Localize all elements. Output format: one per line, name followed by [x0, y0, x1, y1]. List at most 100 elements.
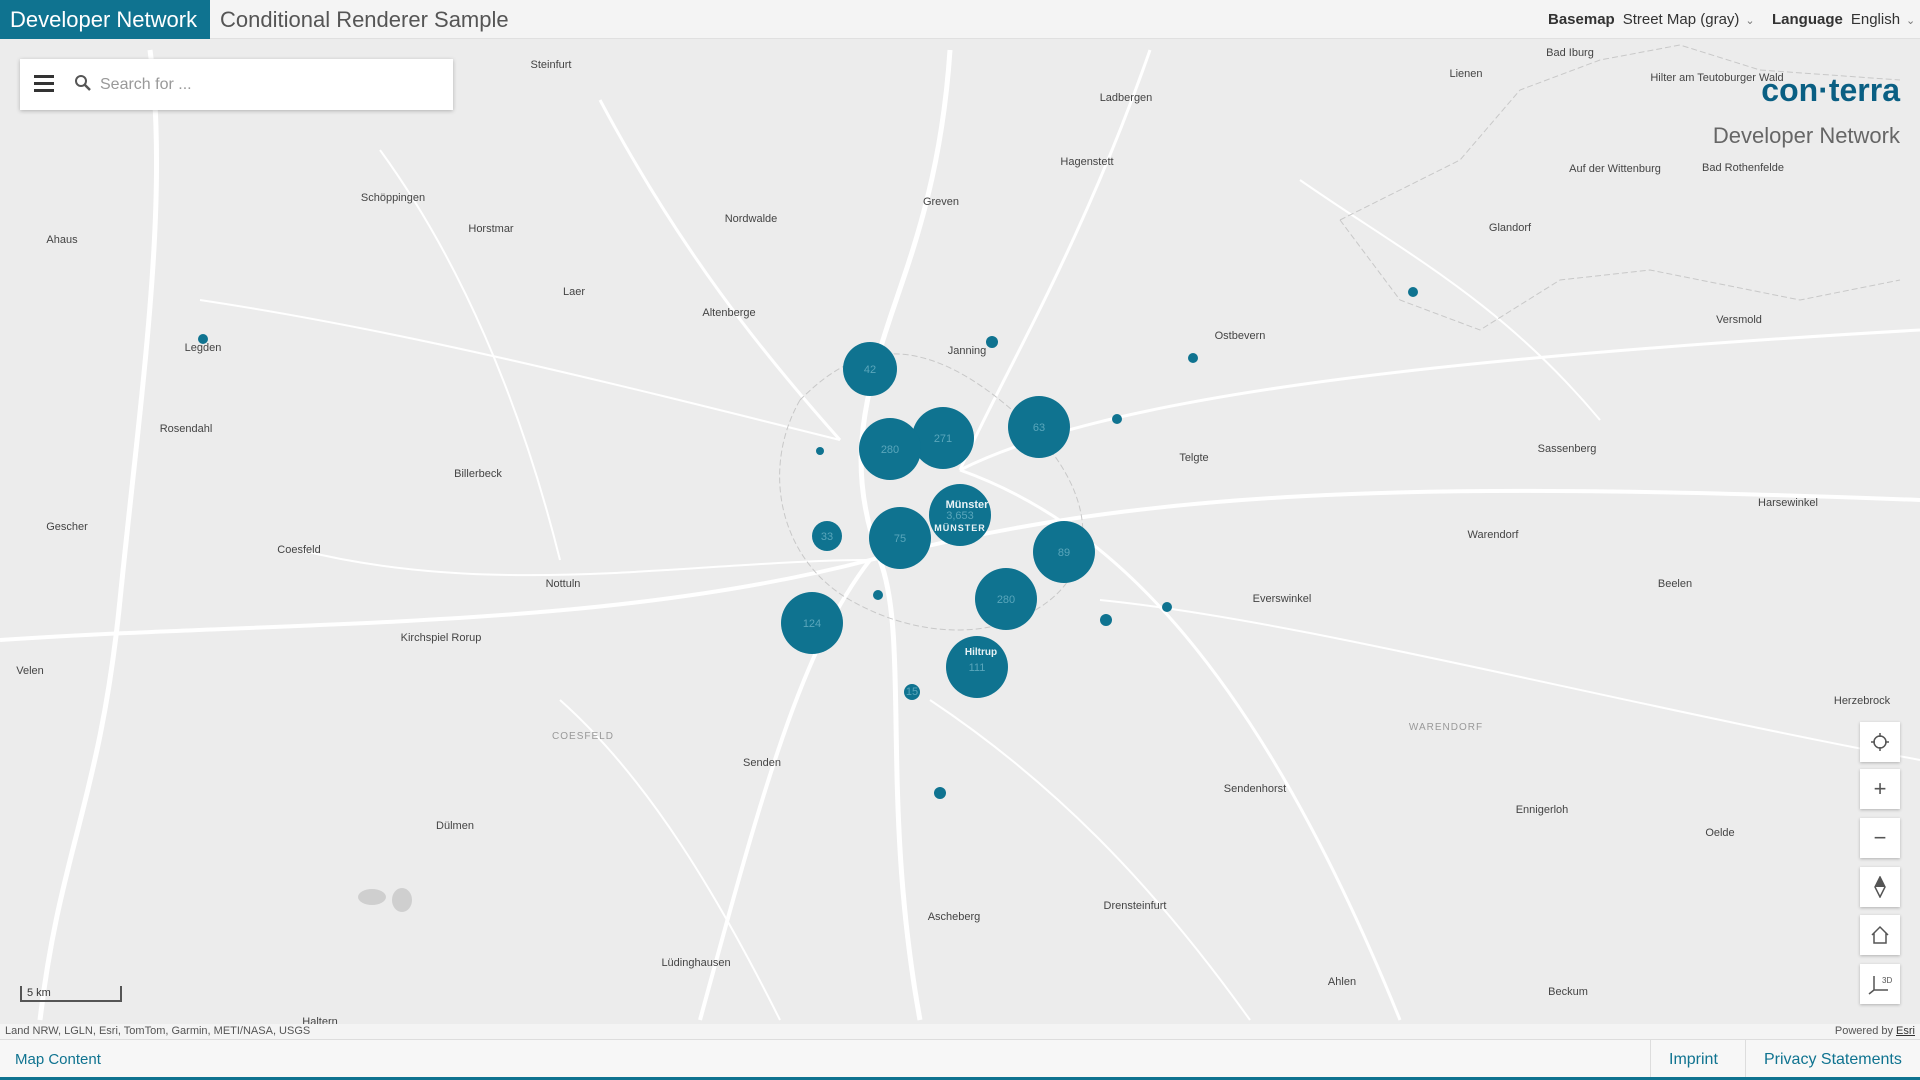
cluster-count: 63	[1033, 422, 1045, 434]
zoom-in-button[interactable]: +	[1860, 769, 1900, 809]
region-label: WARENDORF	[1409, 722, 1483, 733]
place-label: Warendorf	[1468, 529, 1520, 541]
menu-icon[interactable]	[34, 75, 54, 93]
point-marker[interactable]	[198, 334, 208, 344]
point-marker[interactable]	[816, 447, 824, 455]
place-label: Laer	[563, 286, 585, 298]
footer: Map Content Imprint Privacy Statements	[0, 1039, 1920, 1080]
place-label: Nottuln	[546, 578, 581, 590]
zoom-out-icon: −	[1873, 825, 1887, 850]
privacy-link[interactable]: Privacy Statements	[1745, 1040, 1920, 1080]
place-label: Glandorf	[1489, 222, 1532, 234]
place-label: Dülmen	[436, 820, 474, 832]
app-title: Conditional Renderer Sample	[220, 7, 509, 32]
zoom-out-button[interactable]: −	[1860, 818, 1900, 858]
cluster-count: 124	[803, 618, 821, 630]
basemap-selector[interactable]: Basemap Street Map (gray) ⌄	[1548, 0, 1755, 41]
place-label: Drensteinfurt	[1104, 900, 1167, 912]
place-label: Steinfurt	[531, 59, 572, 71]
top-bar: Developer Network Conditional Renderer S…	[0, 0, 1920, 39]
map-view[interactable]: Steinfurt Bad Iburg Lienen Ladbergen Hil…	[0, 39, 1920, 1024]
cluster-count: 15	[906, 686, 918, 698]
cluster-count: 3,653	[946, 510, 974, 522]
place-label: Oelde	[1705, 827, 1734, 839]
powered-by: Powered by Esri	[1835, 1025, 1915, 1037]
place-label: Ladbergen	[1100, 92, 1153, 104]
place-label: Altenberge	[702, 307, 755, 319]
place-label: Ennigerloh	[1516, 804, 1569, 816]
place-label: Harsewinkel	[1758, 497, 1818, 509]
conterra-logo: con·terra Developer Network	[1700, 72, 1900, 149]
brand-title[interactable]: Developer Network	[0, 0, 210, 39]
home-icon	[1871, 925, 1889, 944]
region-label: MÜNSTER	[934, 523, 986, 533]
point-marker[interactable]	[1100, 614, 1112, 626]
attribution-sources: Land NRW, LGLN, Esri, TomTom, Garmin, ME…	[5, 1025, 311, 1037]
place-label: Nordwalde	[725, 213, 778, 225]
place-label: Ostbevern	[1215, 330, 1266, 342]
place-label: Ascheberg	[928, 911, 981, 923]
language-selector[interactable]: Language English ⌄	[1772, 0, 1915, 41]
place-label: Senden	[743, 757, 781, 769]
3d-toggle-button[interactable]: 3D	[1860, 964, 1900, 1004]
language-value[interactable]: English	[1851, 11, 1900, 28]
attribution-bar: Land NRW, LGLN, Esri, TomTom, Garmin, ME…	[0, 1024, 1920, 1039]
place-label: Lienen	[1449, 68, 1482, 80]
point-marker[interactable]	[986, 336, 998, 348]
region-labels: COESFELD WARENDORF	[552, 722, 1483, 742]
basemap-value[interactable]: Street Map (gray)	[1623, 11, 1740, 28]
place-label: Kirchspiel Rorup	[401, 632, 482, 644]
language-label: Language	[1772, 11, 1843, 28]
point-marker[interactable]	[1162, 602, 1172, 612]
zoom-in-icon: +	[1873, 776, 1887, 801]
3d-toggle-icon: 3D	[1868, 976, 1892, 995]
compass-button[interactable]	[1860, 867, 1900, 907]
chevron-down-icon: ⌄	[1906, 15, 1916, 27]
home-button[interactable]	[1860, 915, 1900, 955]
place-label: Bad Rothenfelde	[1702, 162, 1784, 174]
map-canvas[interactable]: Steinfurt Bad Iburg Lienen Ladbergen Hil…	[0, 39, 1920, 1024]
place-label: Ahaus	[46, 234, 78, 246]
city-label: Hiltrup	[965, 647, 997, 658]
svg-text:3D: 3D	[1882, 976, 1892, 985]
place-label: Sendenhorst	[1224, 783, 1286, 795]
place-label: Auf der Wittenburg	[1569, 163, 1661, 175]
place-label: Versmold	[1716, 314, 1762, 326]
search-input[interactable]	[98, 69, 432, 101]
powered-by-text: Powered by	[1834, 1025, 1893, 1037]
place-label: Lüdinghausen	[661, 957, 730, 969]
place-label: Sassenberg	[1538, 443, 1597, 455]
point-marker[interactable]	[934, 787, 946, 799]
scale-bar: 5 km	[20, 986, 122, 1002]
place-label: Everswinkel	[1253, 593, 1312, 605]
imprint-link[interactable]: Imprint	[1650, 1040, 1736, 1080]
place-label: Herzebrock	[1834, 695, 1891, 707]
basemap-label: Basemap	[1548, 11, 1615, 28]
place-label: Rosendahl	[160, 423, 213, 435]
search-icon	[75, 75, 91, 91]
cluster-count: 42	[864, 364, 876, 376]
point-marker[interactable]	[873, 590, 883, 600]
place-label: Coesfeld	[277, 544, 320, 556]
point-marker[interactable]	[1112, 414, 1122, 424]
cluster-count: 111	[969, 662, 986, 674]
cluster-count: 75	[894, 533, 906, 545]
place-label: Telgte	[1179, 452, 1208, 464]
esri-link[interactable]: Esri	[1896, 1025, 1915, 1037]
single-points[interactable]	[198, 287, 1418, 799]
cluster-count: 271	[934, 433, 952, 445]
place-label: Haltern	[302, 1016, 337, 1024]
lakes	[358, 888, 412, 912]
cluster-count: 33	[821, 531, 833, 543]
point-marker[interactable]	[1408, 287, 1418, 297]
place-label: Velen	[16, 665, 44, 677]
place-label: Billerbeck	[454, 468, 502, 480]
cluster-count: 280	[997, 594, 1015, 606]
city-label: Münster	[946, 499, 990, 511]
search-panel	[20, 59, 453, 110]
point-marker[interactable]	[1188, 353, 1198, 363]
place-label: Hagenstett	[1060, 156, 1113, 168]
locate-button[interactable]	[1860, 722, 1900, 762]
logo-name: con·terra	[1761, 72, 1900, 108]
map-content-link[interactable]: Map Content	[15, 1051, 101, 1068]
